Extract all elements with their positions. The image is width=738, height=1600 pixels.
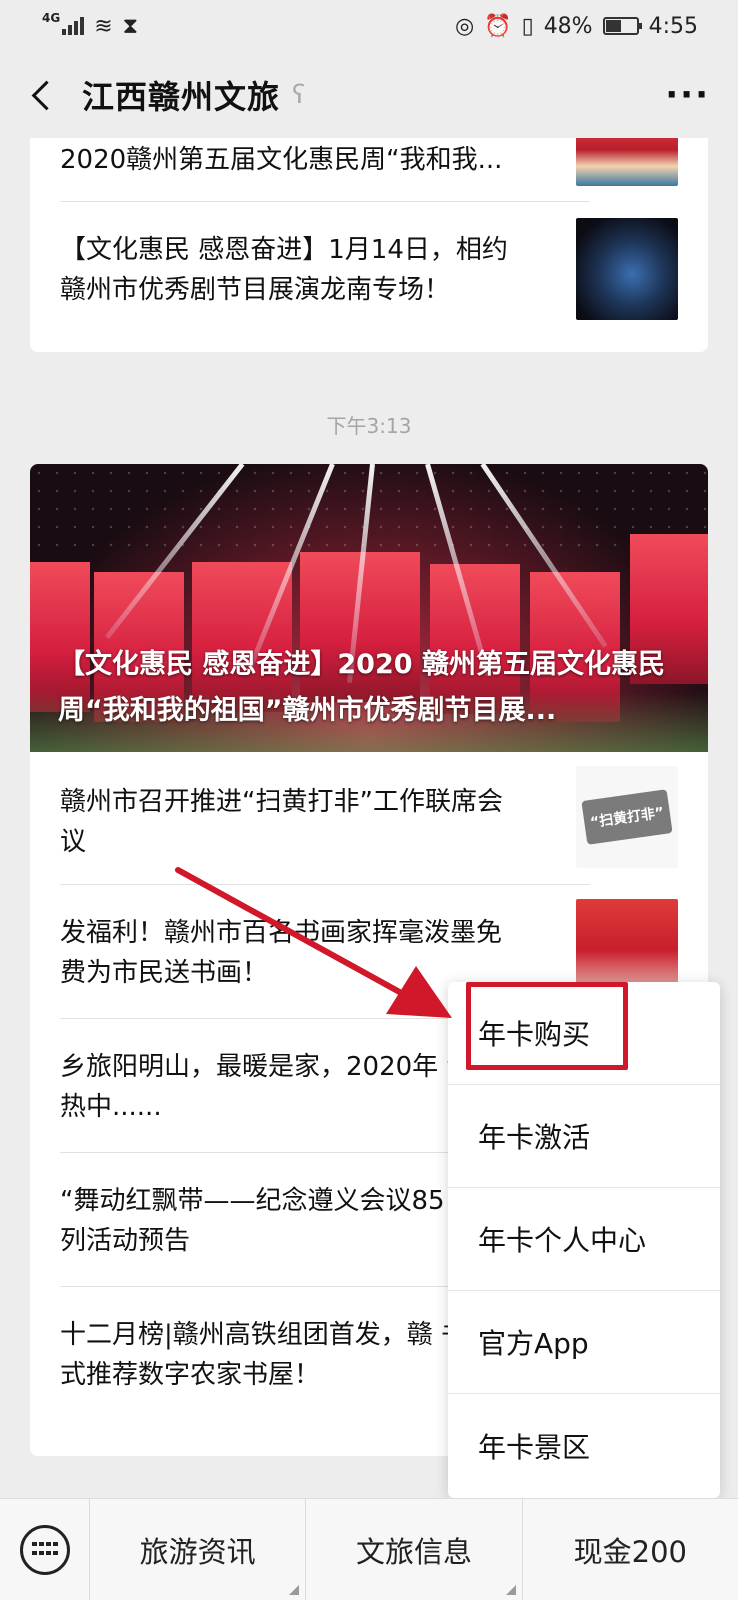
article-title: 【文化惠民 感恩奋进】1月14日，相约赣州市优秀剧节目展演龙南专场！ — [60, 235, 508, 305]
bottom-menu-culture-info[interactable]: 文旅信息 — [306, 1498, 523, 1600]
battery-percent: 48% — [543, 13, 593, 39]
bottom-menu-travel-news[interactable]: 旅游资讯 — [90, 1498, 307, 1600]
hero-title: 【文化惠民 感恩奋进】2020 赣州第五届文化惠民周“我和我的祖国”赣州市优秀剧… — [58, 649, 665, 726]
article-item[interactable]: 赣州市召开推进“扫黄打非”工作联席会议 “扫黄打非” — [30, 752, 708, 884]
vibrate-icon: ▯ — [521, 13, 534, 39]
page-title: 江西赣州文旅 — [82, 78, 281, 116]
wifi-icon: ≋ — [94, 13, 113, 39]
bottom-menu-label: 文旅信息 — [355, 1534, 472, 1569]
menu-item-official-app[interactable]: 官方App — [448, 1291, 720, 1394]
bottom-menu-bar: 旅游资讯 文旅信息 现金200 — [0, 1498, 738, 1600]
article-thumbnail: “扫黄打非” — [576, 766, 678, 868]
battery-icon — [602, 17, 642, 35]
clock: 4:55 — [648, 13, 698, 39]
network-type: 4G — [42, 11, 61, 25]
hourglass-icon: ⧗ — [122, 13, 139, 39]
keyboard-icon — [19, 1524, 70, 1575]
keyboard-toggle-button[interactable] — [0, 1498, 90, 1600]
status-left: 4G ≋ ⧗ — [42, 11, 139, 39]
article-item[interactable]: 2020赣州第五届文化惠民周“我和我... — [30, 138, 708, 202]
hero-article[interactable]: 【文化惠民 感恩奋进】2020 赣州第五届文化惠民周“我和我的祖国”赣州市优秀剧… — [30, 464, 708, 752]
menu-item-annual-card-center[interactable]: 年卡个人中心 — [448, 1188, 720, 1291]
article-thumbnail — [576, 218, 678, 320]
nav-bar: 江西赣州文旅 ʕ ··· — [0, 52, 738, 138]
bottom-menu-label: 现金200 — [573, 1534, 687, 1569]
article-card-previous: 2020赣州第五届文化惠民周“我和我... 【文化惠民 感恩奋进】1月14日，相… — [30, 138, 708, 352]
status-bar: 4G ≋ ⧗ ◎ ⏰ ▯ 48% 4:55 — [0, 0, 738, 52]
menu-item-annual-card-scenic-spots[interactable]: 年卡景区 — [448, 1394, 720, 1497]
nfc-icon: ◎ — [454, 13, 475, 39]
thumbnail-sign: “扫黄打非” — [581, 789, 673, 845]
message-timestamp: 下午3:13 — [326, 414, 412, 438]
submenu-indicator-icon — [505, 1584, 516, 1595]
article-thumbnail — [576, 138, 678, 186]
more-icon[interactable]: ··· — [665, 75, 718, 115]
bottom-menu-label: 旅游资讯 — [139, 1534, 256, 1569]
ear-icon[interactable]: ʕ — [292, 80, 305, 110]
submenu-indicator-icon — [289, 1584, 300, 1595]
alarm-icon: ⏰ — [484, 13, 512, 39]
article-title: 发福利！赣州市百名书画家挥毫泼墨免费为市民送书画！ — [60, 918, 503, 988]
article-item[interactable]: 【文化惠民 感恩奋进】1月14日，相约赣州市优秀剧节目展演龙南专场！ — [30, 202, 708, 352]
bottom-menu-cash[interactable]: 现金200 — [523, 1499, 738, 1600]
menu-item-annual-card-activation[interactable]: 年卡激活 — [448, 1085, 720, 1188]
signal-icon — [62, 17, 85, 35]
back-icon[interactable] — [20, 73, 64, 117]
article-title: 赣州市召开推进“扫黄打非”工作联席会议 — [60, 787, 503, 857]
article-title: 2020赣州第五届文化惠民周“我和我... — [60, 145, 503, 175]
annotation-highlight-box — [466, 982, 628, 1070]
status-right: ◎ ⏰ ▯ 48% 4:55 — [455, 14, 698, 39]
